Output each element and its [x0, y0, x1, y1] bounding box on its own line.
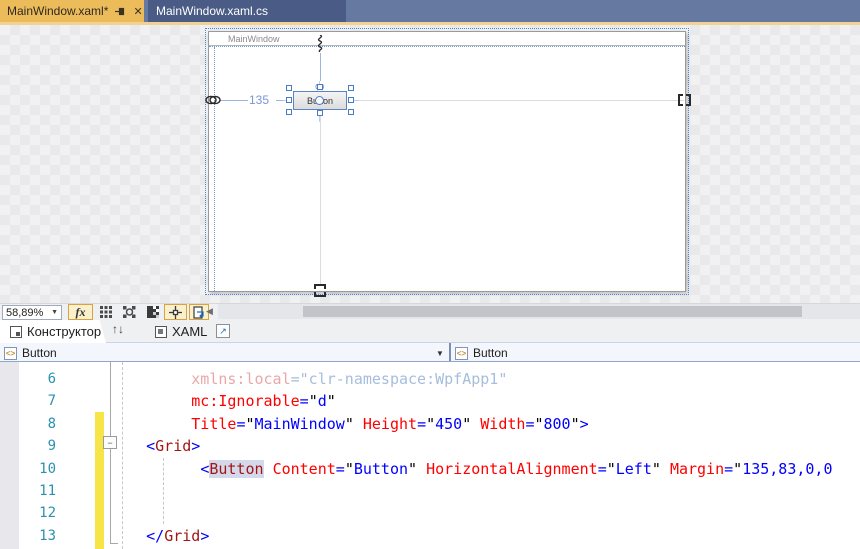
dim-line-top [320, 53, 321, 81]
code-line[interactable]: 10 <Button Content="Button" HorizontalAl… [0, 458, 860, 480]
code-line[interactable]: 7 mc:Ignorable="d" [0, 390, 860, 412]
selection-handle-nw[interactable] [286, 85, 292, 91]
designer-hscrollbar-thumb[interactable] [303, 306, 802, 317]
checkerboard-icon [147, 306, 159, 318]
snap-to-snaplines-button[interactable] [164, 304, 187, 320]
document-refresh-icon [193, 306, 205, 319]
extension-line-right [349, 100, 684, 101]
extension-line-bottom [320, 111, 321, 286]
popout-pane-icon[interactable]: ↗ [216, 324, 230, 338]
code-text: </Grid> [110, 525, 209, 547]
broken-chain-right-icon[interactable] [676, 94, 693, 106]
code-line[interactable]: 12 [0, 502, 860, 524]
xml-element-icon: <> [4, 347, 17, 360]
tab-xaml-view[interactable]: XAML [155, 320, 210, 343]
breadcrumb-separator [449, 343, 451, 361]
fx-icon: fx [76, 305, 86, 320]
breadcrumb-right-label: Button [473, 346, 508, 360]
swap-panes-icon[interactable]: ↑↓ [112, 322, 124, 336]
selection-handle-ne[interactable] [348, 85, 354, 91]
design-window-titlebar [209, 32, 685, 46]
design-artboard[interactable]: MainWindow 135 83 [0, 25, 860, 303]
artboard-background-button[interactable] [143, 304, 162, 320]
line-number: 12 [20, 502, 56, 524]
selection-handle-e[interactable] [348, 97, 354, 103]
line-number: 11 [20, 480, 56, 502]
line-number: 8 [20, 413, 56, 435]
selection-handle-se[interactable] [348, 109, 354, 115]
show-snap-grid-button[interactable] [96, 304, 116, 320]
line-number: 7 [20, 390, 56, 412]
navigation-bar [0, 343, 860, 362]
grid-icon [100, 306, 112, 318]
code-text: xmlns:local="clr-namespace:WpfApp1" [110, 368, 507, 390]
scroll-left-icon[interactable]: ◀ [206, 306, 213, 317]
xml-element-icon: <> [455, 347, 468, 360]
code-line[interactable]: 9 <Grid> [0, 435, 860, 457]
breadcrumb-right[interactable]: <> Button [455, 345, 508, 361]
code-text: Title="MainWindow" Height="450" Width="8… [110, 413, 589, 435]
chain-bottom-icon[interactable] [314, 282, 326, 299]
pin-icon[interactable] [114, 4, 126, 18]
code-line[interactable]: 11 [0, 480, 860, 502]
code-text: <Button Content="Button" HorizontalAlign… [110, 458, 833, 480]
xaml-tab-label: XAML [172, 324, 207, 339]
caret-down-icon: ▼ [51, 309, 58, 316]
selection-handle-n[interactable] [317, 84, 323, 90]
line-number: 13 [20, 525, 56, 547]
tab-label: MainWindow.xaml* [7, 4, 108, 18]
design-window-title: MainWindow [228, 34, 280, 44]
code-text: mc:Ignorable="d" [110, 390, 336, 412]
grid-adorner-left [214, 47, 215, 291]
xaml-code-editor[interactable]: − 6 xmlns:local="clr-namespace:WpfApp1"7… [0, 362, 860, 549]
selection-handle-sw[interactable] [286, 109, 292, 115]
line-number: 9 [20, 435, 56, 457]
dim-line-left [220, 100, 248, 101]
split-view-bar [0, 320, 860, 343]
line-number: 6 [20, 368, 56, 390]
breadcrumb-left-label: Button [22, 346, 57, 360]
designer-tab-label: Конструктор [27, 324, 101, 339]
close-icon[interactable]: ✕ [132, 4, 144, 18]
dim-label-left: 135 [249, 93, 269, 107]
anchor-chain-left-icon[interactable] [204, 93, 222, 107]
tab-label: MainWindow.xaml.cs [156, 4, 268, 18]
zoom-combo[interactable]: 58,89% ▼ [2, 305, 62, 320]
visual-studio-editor: MainWindow.xaml* ✕ MainWindow.xaml.cs Ma… [0, 0, 860, 549]
code-line[interactable]: 8 Title="MainWindow" Height="450" Width=… [0, 413, 860, 435]
effects-toggle-button[interactable]: fx [68, 304, 93, 320]
code-line[interactable]: 6 xmlns:local="clr-namespace:WpfApp1" [0, 368, 860, 390]
button-center-anchor[interactable] [315, 96, 324, 105]
code-line[interactable]: 13 </Grid> [0, 525, 860, 547]
breadcrumb-left[interactable]: <> Button [4, 345, 57, 361]
xaml-view-icon [155, 326, 167, 338]
code-text: <Grid> [110, 435, 200, 457]
zoom-value: 58,89% [6, 307, 43, 319]
selection-handle-s[interactable] [317, 110, 323, 116]
design-view-icon [10, 326, 22, 338]
tab-mainwindow-xaml[interactable]: MainWindow.xaml* ✕ [0, 0, 144, 22]
grid-adorner-top [209, 46, 685, 47]
spring-top-icon[interactable] [314, 35, 326, 52]
snaplines-crosshair-icon [169, 306, 182, 319]
selection-handle-w[interactable] [286, 97, 292, 103]
snap-to-gridlines-button[interactable] [119, 304, 140, 320]
grid-gear-icon [123, 306, 136, 318]
breadcrumb-caret-icon[interactable]: ▼ [436, 349, 444, 358]
design-window-canvas[interactable] [208, 31, 686, 292]
tab-mainwindow-xaml-cs[interactable]: MainWindow.xaml.cs [148, 0, 346, 22]
tab-designer-view[interactable]: Конструктор [0, 320, 106, 343]
line-number: 10 [20, 458, 56, 480]
